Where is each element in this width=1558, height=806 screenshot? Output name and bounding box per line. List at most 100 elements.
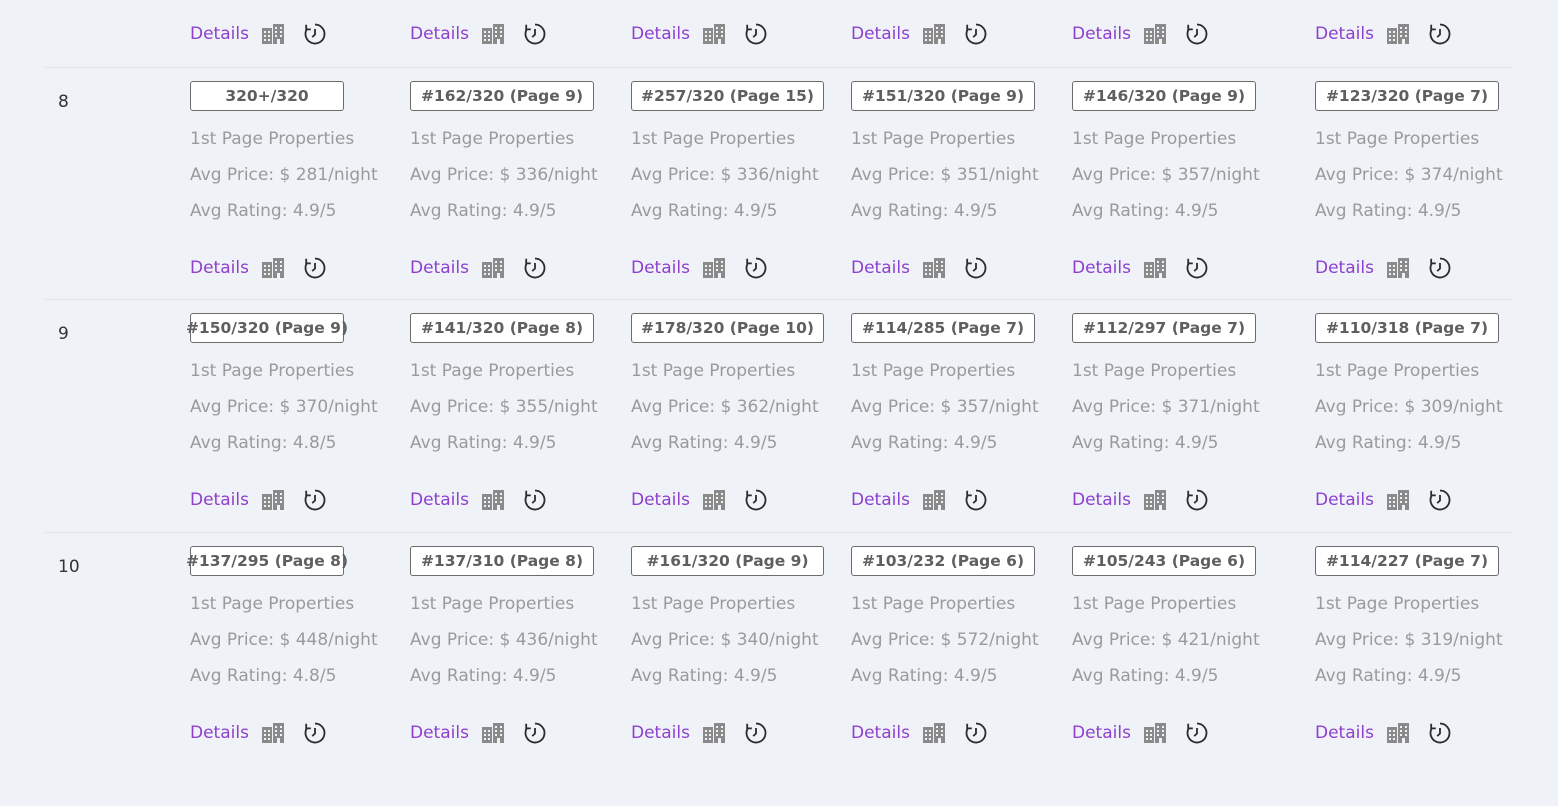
building-icon[interactable] bbox=[481, 257, 505, 279]
history-clock-icon[interactable] bbox=[303, 488, 327, 512]
history-clock-icon[interactable] bbox=[744, 721, 768, 745]
history-clock-icon[interactable] bbox=[744, 256, 768, 280]
history-clock-icon[interactable] bbox=[523, 256, 547, 280]
table-row: 8 320+/320 1st Page Properties Avg Price: $… bbox=[45, 67, 1512, 300]
history-clock-icon[interactable] bbox=[744, 22, 768, 46]
details-link[interactable]: Details bbox=[1315, 258, 1374, 278]
details-link[interactable]: Details bbox=[1072, 24, 1131, 44]
building-icon[interactable] bbox=[1386, 23, 1410, 45]
rank-badge[interactable]: #257/320 (Page 15) bbox=[631, 81, 824, 111]
building-icon[interactable] bbox=[1143, 257, 1167, 279]
history-clock-icon[interactable] bbox=[1185, 22, 1209, 46]
building-icon[interactable] bbox=[702, 489, 726, 511]
building-icon[interactable] bbox=[922, 257, 946, 279]
details-link[interactable]: Details bbox=[410, 258, 469, 278]
building-icon[interactable] bbox=[702, 257, 726, 279]
details-link[interactable]: Details bbox=[410, 490, 469, 510]
rank-badge[interactable]: #178/320 (Page 10) bbox=[631, 313, 824, 343]
avg-price: Avg Price: $ 355/night bbox=[410, 397, 598, 417]
rank-badge[interactable]: #105/243 (Page 6) bbox=[1072, 546, 1256, 576]
table-cell: #162/320 (Page 9) 1st Page Properties Avg … bbox=[410, 68, 630, 300]
history-clock-icon[interactable] bbox=[523, 22, 547, 46]
rank-badge[interactable]: #151/320 (Page 9) bbox=[851, 81, 1035, 111]
building-icon[interactable] bbox=[1143, 23, 1167, 45]
history-clock-icon[interactable] bbox=[964, 22, 988, 46]
details-link[interactable]: Details bbox=[190, 723, 249, 743]
details-link[interactable]: Details bbox=[1072, 723, 1131, 743]
details-link[interactable]: Details bbox=[1315, 24, 1374, 44]
rank-badge[interactable]: #114/285 (Page 7) bbox=[851, 313, 1035, 343]
history-clock-icon[interactable] bbox=[744, 488, 768, 512]
building-icon[interactable] bbox=[1143, 722, 1167, 744]
rank-badge[interactable]: #137/295 (Page 8) bbox=[186, 546, 348, 576]
details-link[interactable]: Details bbox=[851, 258, 910, 278]
avg-rating: Avg Rating: 4.9/5 bbox=[410, 201, 557, 221]
building-icon[interactable] bbox=[922, 722, 946, 744]
avg-rating: Avg Rating: 4.8/5 bbox=[190, 433, 337, 453]
history-clock-icon[interactable] bbox=[964, 488, 988, 512]
building-icon[interactable] bbox=[702, 722, 726, 744]
rank-badge[interactable]: #123/320 (Page 7) bbox=[1315, 81, 1499, 111]
building-icon[interactable] bbox=[481, 23, 505, 45]
rank-badge[interactable]: #150/320 (Page 9) bbox=[186, 313, 348, 343]
history-clock-icon[interactable] bbox=[1428, 488, 1452, 512]
history-clock-icon[interactable] bbox=[303, 22, 327, 46]
rank-badge[interactable]: #112/297 (Page 7) bbox=[1072, 313, 1256, 343]
rank-badge[interactable]: #103/232 (Page 6) bbox=[851, 546, 1035, 576]
history-clock-icon[interactable] bbox=[1428, 22, 1452, 46]
history-clock-icon[interactable] bbox=[523, 488, 547, 512]
details-link[interactable]: Details bbox=[190, 24, 249, 44]
cell-actions: Details bbox=[190, 255, 410, 283]
first-page-label: 1st Page Properties bbox=[1315, 129, 1480, 149]
details-link[interactable]: Details bbox=[410, 723, 469, 743]
details-link[interactable]: Details bbox=[631, 723, 690, 743]
details-link[interactable]: Details bbox=[851, 723, 910, 743]
building-icon[interactable] bbox=[922, 489, 946, 511]
details-link[interactable]: Details bbox=[190, 258, 249, 278]
details-link[interactable]: Details bbox=[631, 490, 690, 510]
history-clock-icon[interactable] bbox=[1185, 488, 1209, 512]
history-clock-icon[interactable] bbox=[1185, 721, 1209, 745]
cell-actions: Details bbox=[410, 21, 630, 49]
history-clock-icon[interactable] bbox=[1428, 721, 1452, 745]
details-link[interactable]: Details bbox=[1315, 723, 1374, 743]
rank-badge[interactable]: #114/227 (Page 7) bbox=[1315, 546, 1499, 576]
details-link[interactable]: Details bbox=[851, 24, 910, 44]
details-link[interactable]: Details bbox=[410, 24, 469, 44]
details-link[interactable]: Details bbox=[1072, 490, 1131, 510]
building-icon[interactable] bbox=[261, 489, 285, 511]
rank-badge[interactable]: #161/320 (Page 9) bbox=[631, 546, 824, 576]
rank-badge[interactable]: #137/310 (Page 8) bbox=[410, 546, 594, 576]
building-icon[interactable] bbox=[702, 23, 726, 45]
cell-actions: Details bbox=[631, 487, 851, 515]
building-icon[interactable] bbox=[1386, 722, 1410, 744]
history-clock-icon[interactable] bbox=[523, 721, 547, 745]
rank-badge[interactable]: #141/320 (Page 8) bbox=[410, 313, 594, 343]
building-icon[interactable] bbox=[261, 23, 285, 45]
first-page-label: 1st Page Properties bbox=[1315, 361, 1480, 381]
building-icon[interactable] bbox=[481, 489, 505, 511]
history-clock-icon[interactable] bbox=[964, 256, 988, 280]
history-clock-icon[interactable] bbox=[1428, 256, 1452, 280]
building-icon[interactable] bbox=[261, 722, 285, 744]
rank-badge[interactable]: #110/318 (Page 7) bbox=[1315, 313, 1499, 343]
details-link[interactable]: Details bbox=[631, 258, 690, 278]
history-clock-icon[interactable] bbox=[303, 256, 327, 280]
building-icon[interactable] bbox=[922, 23, 946, 45]
history-clock-icon[interactable] bbox=[1185, 256, 1209, 280]
history-clock-icon[interactable] bbox=[964, 721, 988, 745]
details-link[interactable]: Details bbox=[631, 24, 690, 44]
building-icon[interactable] bbox=[1386, 257, 1410, 279]
rank-badge[interactable]: 320+/320 bbox=[190, 81, 344, 111]
rank-badge[interactable]: #162/320 (Page 9) bbox=[410, 81, 594, 111]
building-icon[interactable] bbox=[1386, 489, 1410, 511]
rank-badge[interactable]: #146/320 (Page 9) bbox=[1072, 81, 1256, 111]
history-clock-icon[interactable] bbox=[303, 721, 327, 745]
details-link[interactable]: Details bbox=[851, 490, 910, 510]
building-icon[interactable] bbox=[481, 722, 505, 744]
details-link[interactable]: Details bbox=[1072, 258, 1131, 278]
details-link[interactable]: Details bbox=[190, 490, 249, 510]
building-icon[interactable] bbox=[261, 257, 285, 279]
building-icon[interactable] bbox=[1143, 489, 1167, 511]
details-link[interactable]: Details bbox=[1315, 490, 1374, 510]
